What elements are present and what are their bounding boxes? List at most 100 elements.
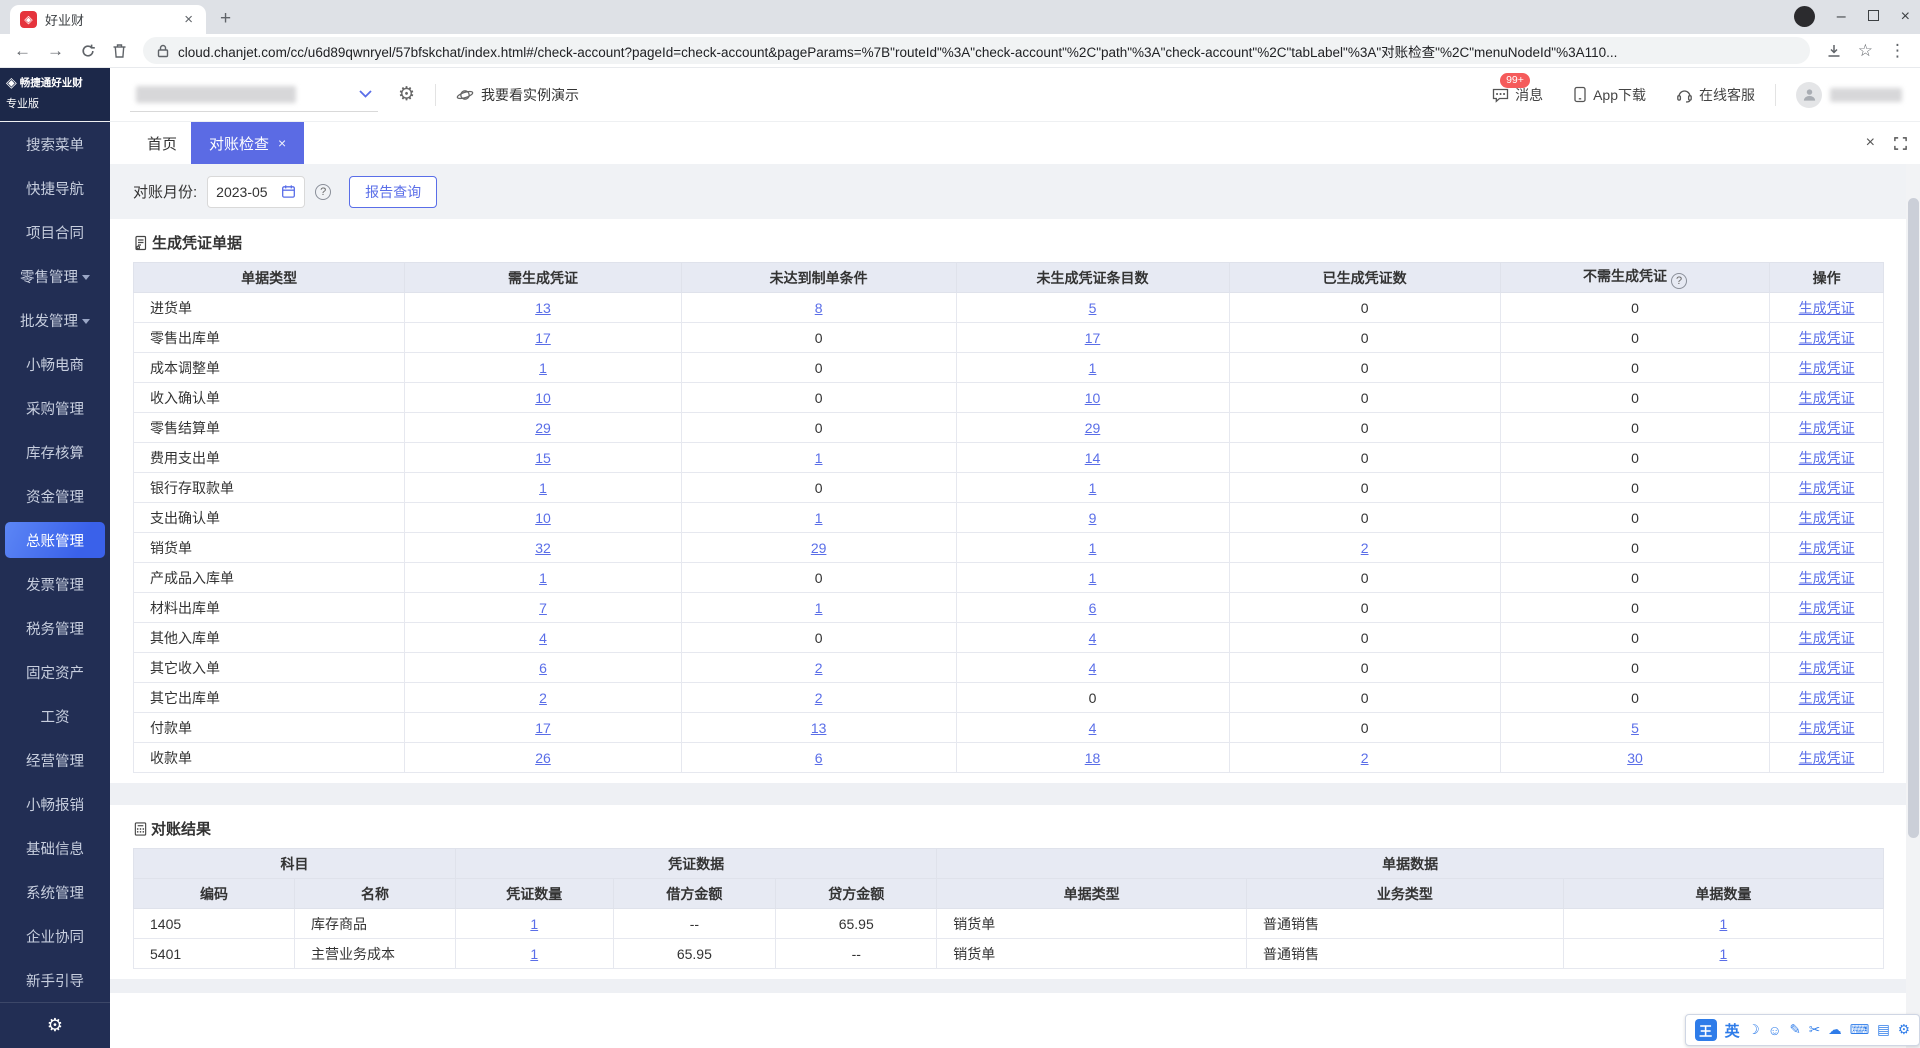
- app-download-button[interactable]: App下载: [1573, 85, 1646, 105]
- ime-tool-icon[interactable]: ☺: [1768, 1023, 1782, 1038]
- count-link[interactable]: 17: [1085, 330, 1101, 346]
- count-link[interactable]: 26: [535, 750, 551, 766]
- count-link[interactable]: 15: [535, 450, 551, 466]
- sidebar-item-税务管理[interactable]: 税务管理: [0, 606, 110, 650]
- count-link[interactable]: 30: [1627, 750, 1643, 766]
- count-link[interactable]: 32: [535, 540, 551, 556]
- count-link[interactable]: 13: [811, 720, 827, 736]
- count-link[interactable]: 1: [1089, 360, 1097, 376]
- filter-help-icon[interactable]: ?: [315, 183, 332, 200]
- sidebar-item-库存核算[interactable]: 库存核算: [0, 430, 110, 474]
- count-link[interactable]: 5: [1089, 300, 1097, 316]
- sidebar-item-批发管理[interactable]: 批发管理: [0, 298, 110, 342]
- generate-voucher-link[interactable]: 生成凭证: [1799, 360, 1855, 376]
- sidebar-item-快捷导航[interactable]: 快捷导航: [0, 166, 110, 210]
- generate-voucher-link[interactable]: 生成凭证: [1799, 300, 1855, 316]
- generate-voucher-link[interactable]: 生成凭证: [1799, 660, 1855, 676]
- count-link[interactable]: 2: [1361, 750, 1369, 766]
- sidebar-item-小畅报销[interactable]: 小畅报销: [0, 782, 110, 826]
- sidebar-item-资金管理[interactable]: 资金管理: [0, 474, 110, 518]
- count-link[interactable]: 10: [535, 510, 551, 526]
- count-link[interactable]: 17: [535, 720, 551, 736]
- count-link[interactable]: 1: [530, 916, 538, 932]
- sidebar-item-总账管理[interactable]: 总账管理: [5, 522, 105, 558]
- bookmark-star-icon[interactable]: ☆: [1858, 42, 1873, 59]
- download-icon[interactable]: [1826, 43, 1842, 59]
- count-link[interactable]: 1: [530, 946, 538, 962]
- count-link[interactable]: 1: [815, 450, 823, 466]
- generate-voucher-link[interactable]: 生成凭证: [1799, 450, 1855, 466]
- count-link[interactable]: 2: [539, 690, 547, 706]
- count-link[interactable]: 17: [535, 330, 551, 346]
- count-link[interactable]: 18: [1085, 750, 1101, 766]
- header-gear-icon[interactable]: ⚙: [398, 83, 415, 106]
- count-link[interactable]: 2: [815, 660, 823, 676]
- tab-check-account[interactable]: 对账检查 ×: [191, 122, 305, 164]
- count-link[interactable]: 29: [535, 420, 551, 436]
- settings-gear-icon[interactable]: ⚙: [47, 1015, 63, 1036]
- count-link[interactable]: 1: [1719, 946, 1727, 962]
- address-input[interactable]: cloud.chanjet.com/cc/u6d89qwnryel/57bfsk…: [143, 37, 1810, 64]
- sidebar-item-小畅电商[interactable]: 小畅电商: [0, 342, 110, 386]
- count-link[interactable]: 10: [1085, 390, 1101, 406]
- sidebar-item-新手引导[interactable]: 新手引导: [0, 958, 110, 1002]
- trash-icon[interactable]: [112, 43, 127, 59]
- sidebar-item-采购管理[interactable]: 采购管理: [0, 386, 110, 430]
- sidebar-item-经营管理[interactable]: 经营管理: [0, 738, 110, 782]
- count-link[interactable]: 4: [1089, 660, 1097, 676]
- count-link[interactable]: 2: [1361, 540, 1369, 556]
- browser-profile-icon[interactable]: [1793, 6, 1815, 27]
- close-button[interactable]: ×: [1901, 8, 1910, 25]
- ime-tool-icon[interactable]: ☁: [1828, 1022, 1842, 1038]
- sidebar-item-零售管理[interactable]: 零售管理: [0, 254, 110, 298]
- count-link[interactable]: 29: [1085, 420, 1101, 436]
- sidebar-item-固定资产[interactable]: 固定资产: [0, 650, 110, 694]
- maximize-button[interactable]: [1867, 9, 1879, 25]
- count-link[interactable]: 1: [1719, 916, 1727, 932]
- minimize-button[interactable]: –: [1837, 8, 1846, 25]
- count-link[interactable]: 5: [1631, 720, 1639, 736]
- scrollbar[interactable]: [1906, 164, 1920, 1048]
- generate-voucher-link[interactable]: 生成凭证: [1799, 750, 1855, 766]
- count-link[interactable]: 7: [539, 600, 547, 616]
- close-all-tabs-icon[interactable]: ×: [1866, 134, 1875, 152]
- new-tab-button[interactable]: +: [206, 8, 245, 34]
- count-link[interactable]: 1: [815, 600, 823, 616]
- ime-tool-icon[interactable]: ☽: [1748, 1022, 1760, 1038]
- count-link[interactable]: 1: [1089, 480, 1097, 496]
- count-link[interactable]: 9: [1089, 510, 1097, 526]
- online-service-button[interactable]: 在线客服: [1676, 85, 1755, 105]
- month-picker[interactable]: 2023-05: [207, 175, 306, 208]
- count-link[interactable]: 1: [815, 510, 823, 526]
- count-link[interactable]: 1: [1089, 540, 1097, 556]
- ime-tool-icon[interactable]: ✂: [1809, 1022, 1820, 1038]
- count-link[interactable]: 6: [539, 660, 547, 676]
- generate-voucher-link[interactable]: 生成凭证: [1799, 510, 1855, 526]
- sidebar-item-工资[interactable]: 工资: [0, 694, 110, 738]
- messages-button[interactable]: 消息 99+: [1492, 72, 1543, 105]
- back-icon[interactable]: ←: [14, 42, 31, 59]
- count-link[interactable]: 1: [539, 360, 547, 376]
- ime-tool-icon[interactable]: ⌨: [1850, 1022, 1870, 1038]
- count-link[interactable]: 1: [539, 570, 547, 586]
- tab-home[interactable]: 首页: [133, 122, 191, 164]
- count-link[interactable]: 13: [535, 300, 551, 316]
- scrollbar-thumb[interactable]: [1907, 198, 1919, 838]
- sidebar-item-发票管理[interactable]: 发票管理: [0, 562, 110, 606]
- report-query-button[interactable]: 报告查询: [349, 175, 438, 208]
- count-link[interactable]: 1: [1089, 570, 1097, 586]
- ime-tool-icon[interactable]: ▤: [1877, 1022, 1890, 1038]
- count-link[interactable]: 4: [539, 630, 547, 646]
- generate-voucher-link[interactable]: 生成凭证: [1799, 570, 1855, 586]
- browser-tab[interactable]: ◈ 好业财 ×: [10, 5, 206, 34]
- generate-voucher-link[interactable]: 生成凭证: [1799, 420, 1855, 436]
- count-link[interactable]: 6: [1089, 600, 1097, 616]
- generate-voucher-link[interactable]: 生成凭证: [1799, 540, 1855, 556]
- count-link[interactable]: 4: [1089, 630, 1097, 646]
- ime-logo-icon[interactable]: 王: [1694, 1019, 1717, 1041]
- ime-tool-icon[interactable]: ⚙: [1898, 1022, 1910, 1038]
- count-link[interactable]: 1: [539, 480, 547, 496]
- sidebar-item-搜索菜单[interactable]: 搜索菜单: [0, 122, 110, 166]
- generate-voucher-link[interactable]: 生成凭证: [1799, 690, 1855, 706]
- ime-language-toggle[interactable]: 英: [1725, 1020, 1740, 1041]
